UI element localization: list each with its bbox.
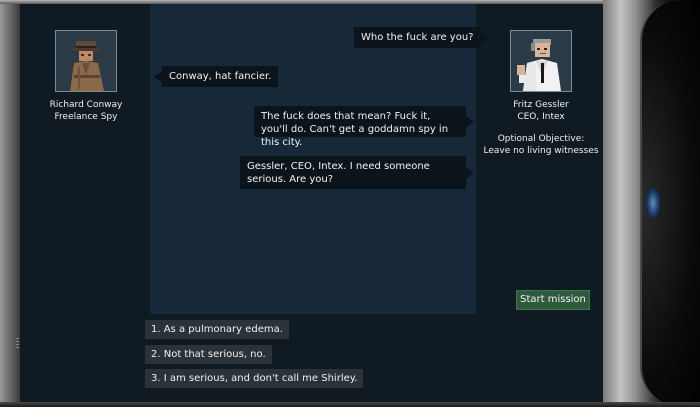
start-mission-button[interactable]: Start mission	[516, 290, 590, 310]
dialogue-choice-2[interactable]: 2. Not that serious, no.	[145, 345, 272, 364]
dialogue-bubble: Who the fuck are you?	[354, 27, 490, 48]
left-speaker-title: Freelance Spy	[54, 112, 118, 122]
right-speaker-name: Fritz Gessler	[513, 100, 569, 110]
hull-light-icon	[646, 188, 660, 218]
left-speaker-name: Richard Conway	[49, 100, 123, 110]
optional-objective-text: Leave no living witnesses	[483, 146, 599, 156]
dialogue-choice-3[interactable]: 3. I am serious, and don't call me Shirl…	[145, 369, 364, 388]
window-frame-bottom	[0, 402, 700, 407]
ceo-portrait-icon	[510, 30, 572, 92]
dialogue-bubble: Gessler, CEO, Intex. I need someone seri…	[240, 156, 474, 189]
dialogue-bubble: The fuck does that mean? Fuck it, you'll…	[254, 106, 474, 148]
spy-portrait-icon	[55, 30, 117, 92]
dialogue-choice-1[interactable]: 1. As a pulmonary edema.	[145, 320, 289, 339]
optional-objective-label: Optional Objective:	[497, 134, 585, 144]
dialogue-bubble: Conway, hat fancier.	[153, 66, 279, 87]
scroll-tick-icon	[16, 338, 19, 350]
right-speaker-title: CEO, Intex	[517, 112, 565, 122]
